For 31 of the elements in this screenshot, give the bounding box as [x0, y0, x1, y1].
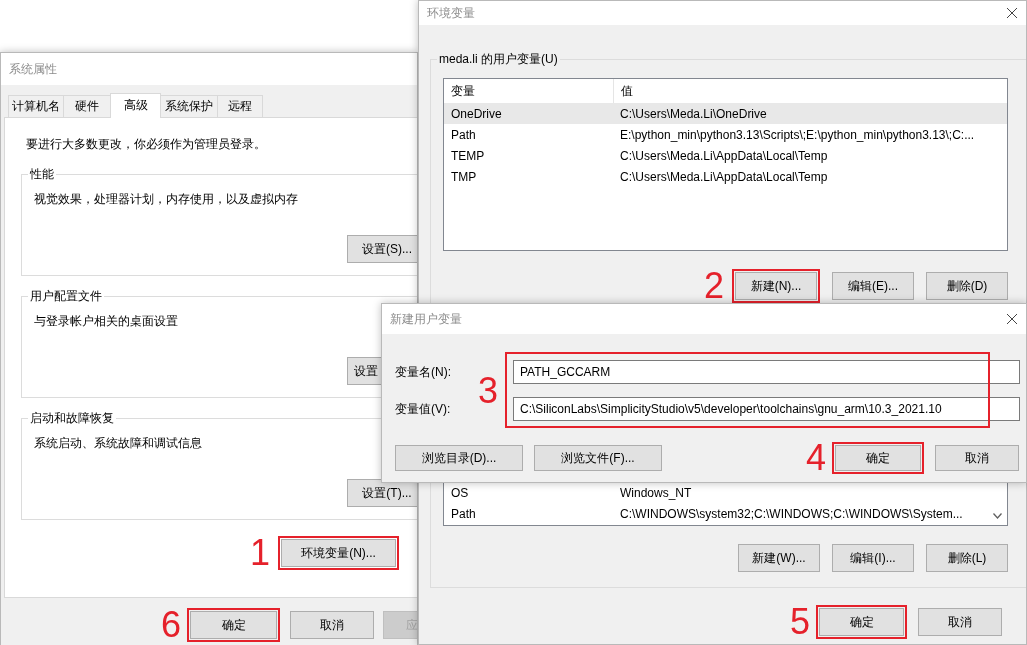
table-cell-text: Path [450, 506, 477, 521]
step-number: 2 [703, 268, 724, 304]
group-description: 视觉效果，处理器计划，内存使用，以及虚拟内存 [34, 192, 298, 207]
group-description: 系统启动、系统故障和调试信息 [34, 436, 202, 451]
table-cell-text: C:\WINDOWS\system32;C:\WINDOWS;C:\WINDOWS\System... [619, 506, 964, 521]
step-number: 5 [789, 604, 810, 640]
step-number: 3 [478, 372, 499, 409]
table-cell-text: E:\python_min\python3.13\Scripts\;E:\python_min\python3.13\;C:... [619, 127, 976, 142]
group-title: 性能 [28, 167, 56, 182]
table-cell-text: TMP [450, 169, 478, 184]
field-label: 变量名(N): [395, 363, 452, 381]
window-title: 环境变量 [427, 4, 475, 22]
table-cell-text: C:\Users\Meda.Li\AppData\Local\Temp [619, 169, 829, 184]
table-cell-text: Windows_NT [619, 485, 693, 500]
table-cell-text: OS [450, 485, 470, 500]
window-title: 系统属性 [9, 60, 57, 78]
step-number: 6 [161, 607, 182, 643]
group-description: 与登录帐户相关的桌面设置 [34, 314, 178, 329]
table-cell-text: C:\Users\Meda.Li\OneDrive [619, 106, 768, 121]
group-title: meda.li 的用户变量(U) [437, 52, 560, 67]
step-number: 4 [805, 440, 826, 476]
notice-text: 要进行大多数更改，你必须作为管理员登录。 [26, 136, 267, 152]
table-cell-text: C:\Users\Meda.Li\AppData\Local\Temp [619, 148, 829, 163]
table-cell-text: OneDrive [450, 106, 503, 121]
group-title: 用户配置文件 [28, 289, 104, 304]
step-number: 1 [250, 535, 271, 571]
table-cell-text: TEMP [450, 148, 486, 163]
table-cell-text: Path [450, 127, 477, 142]
window-title: 新建用户变量 [390, 310, 462, 328]
group-title: 启动和故障恢复 [28, 411, 116, 426]
field-label: 变量值(V): [395, 400, 452, 418]
